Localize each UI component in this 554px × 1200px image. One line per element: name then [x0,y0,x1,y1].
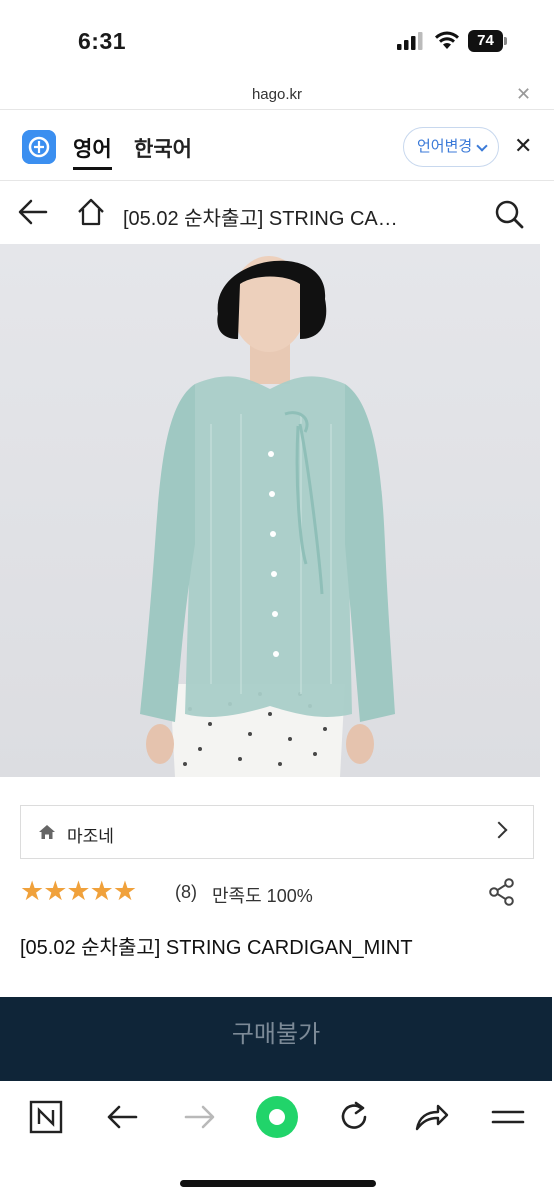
search-icon[interactable] [494,199,524,229]
language-change-button[interactable]: 언어변경 [403,127,499,167]
translate-bar: 영어 한국어 언어변경 ✕ [0,111,554,181]
battery-level: 74 [468,30,503,52]
shop-home-icon [39,825,55,839]
product-image[interactable] [0,244,540,777]
page-header: [05.02 순차출고] STRING CA… [0,182,554,244]
share-icon[interactable] [488,878,516,906]
chevron-down-icon [476,140,488,152]
buy-button[interactable]: 구매불가 [0,997,552,1081]
shop-name: 마조네 [67,827,114,846]
review-count[interactable]: (8) [175,882,197,903]
lang-tab-english[interactable]: 영어 [73,133,112,170]
refresh-icon[interactable] [334,1099,374,1135]
translate-app-icon [22,130,56,164]
star-rating: ★★★★★ [20,876,137,906]
status-time: 6:31 [78,28,127,54]
back-arrow-icon[interactable] [18,199,48,225]
naver-home-icon[interactable] [26,1099,66,1135]
green-dot-icon[interactable] [256,1096,298,1138]
satisfaction-rate: 만족도 100% [212,886,313,906]
wifi-icon [435,31,459,49]
shop-link[interactable]: 마조네 [20,805,534,859]
signal-icon [397,32,423,50]
url-text[interactable]: hago.kr [0,86,554,103]
rating-row: ★★★★★ (8) 만족도 100% [20,874,534,910]
browser-url-bar: hago.kr ✕ [0,78,554,110]
battery-icon: 74 [468,30,508,52]
share-icon[interactable] [411,1099,451,1135]
language-change-label: 언어변경 [417,138,473,155]
home-indicator [180,1180,376,1187]
product-title: [05.02 순차출고] STRING CARDIGAN_MINT [20,937,413,959]
back-arrow-icon[interactable] [102,1099,142,1135]
chevron-right-icon [490,821,508,839]
lang-tab-korean[interactable]: 한국어 [134,133,192,163]
status-bar: 6:31 74 [0,0,554,78]
close-icon[interactable]: ✕ [516,84,531,105]
menu-icon[interactable] [488,1099,528,1135]
forward-arrow-icon[interactable] [180,1099,220,1135]
home-icon[interactable] [76,197,106,227]
page-title: [05.02 순차출고] STRING CA… [123,208,398,230]
translate-close-icon[interactable]: ✕ [514,133,532,159]
browser-toolbar [0,1081,554,1200]
product-photo-illustration [140,256,395,777]
